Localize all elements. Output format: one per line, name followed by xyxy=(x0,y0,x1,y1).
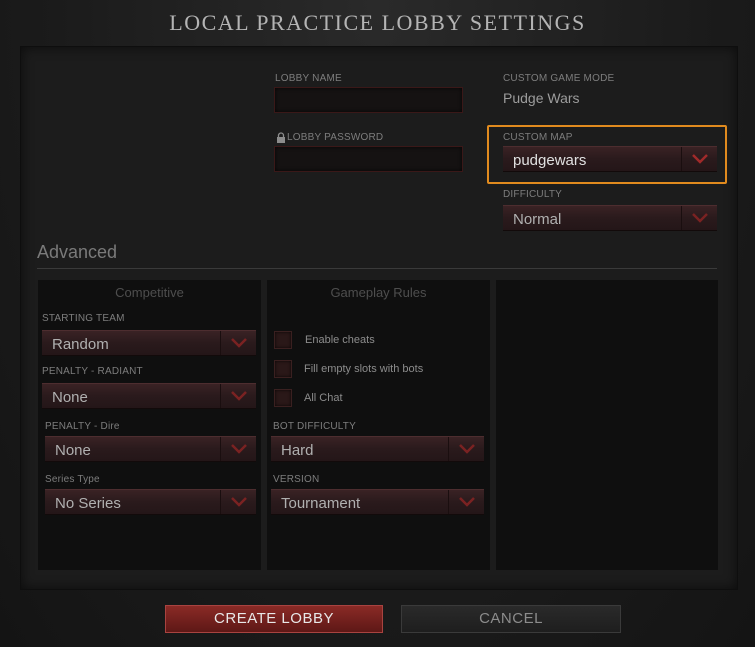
fill-bots-checkbox[interactable] xyxy=(274,360,292,378)
bot-difficulty-value: Hard xyxy=(281,442,314,459)
chevron-down-icon[interactable] xyxy=(448,490,484,514)
enable-cheats-checkbox[interactable] xyxy=(274,331,292,349)
penalty-radiant-label: PENALTY - RADIANT xyxy=(42,366,143,377)
chevron-down-icon[interactable] xyxy=(681,147,717,171)
chevron-down-icon[interactable] xyxy=(220,437,256,461)
chevron-down-icon[interactable] xyxy=(220,384,256,408)
version-value: Tournament xyxy=(281,495,361,512)
chevron-down-icon[interactable] xyxy=(681,206,717,230)
series-type-value: No Series xyxy=(55,495,121,512)
penalty-radiant-value: None xyxy=(52,389,88,406)
starting-team-value: Random xyxy=(52,336,109,353)
difficulty-label: DIFFICULTY xyxy=(503,189,563,200)
create-lobby-button[interactable]: CREATE LOBBY xyxy=(165,605,383,633)
starting-team-label: STARTING TEAM xyxy=(42,313,125,324)
lobby-name-label: LOBBY NAME xyxy=(275,73,342,84)
bot-difficulty-label: BOT DIFFICULTY xyxy=(273,421,356,432)
custom-game-mode-label: CUSTOM GAME MODE xyxy=(503,73,615,84)
version-dropdown[interactable]: Tournament xyxy=(271,489,484,515)
gameplay-rules-title: Gameplay Rules xyxy=(330,285,427,300)
chevron-down-icon[interactable] xyxy=(220,490,256,514)
series-type-dropdown[interactable]: No Series xyxy=(45,489,256,515)
lobby-password-label: LOBBY PASSWORD xyxy=(287,132,384,143)
advanced-heading: Advanced xyxy=(37,242,118,262)
starting-team-dropdown[interactable]: Random xyxy=(42,330,256,356)
advanced-divider xyxy=(37,268,717,269)
difficulty-dropdown[interactable]: Normal xyxy=(503,205,717,231)
custom-game-mode-value: Pudge Wars xyxy=(503,90,580,106)
difficulty-value: Normal xyxy=(513,211,562,228)
all-chat-checkbox[interactable] xyxy=(274,389,292,407)
fill-bots-label: Fill empty slots with bots xyxy=(304,363,424,375)
penalty-dire-value: None xyxy=(55,442,91,459)
series-type-label: Series Type xyxy=(45,474,100,485)
custom-map-label: CUSTOM MAP xyxy=(503,132,573,143)
penalty-dire-label: PENALTY - Dire xyxy=(45,421,120,432)
chevron-down-icon[interactable] xyxy=(220,331,256,355)
bot-difficulty-dropdown[interactable]: Hard xyxy=(271,436,484,462)
empty-column xyxy=(496,280,718,570)
lobby-settings-window: LOCAL PRACTICE LOBBY SETTINGS LOBBY NAME… xyxy=(0,0,755,647)
chevron-down-icon[interactable] xyxy=(448,437,484,461)
window-title: LOCAL PRACTICE LOBBY SETTINGS xyxy=(169,10,586,35)
cancel-button[interactable]: CANCEL xyxy=(401,605,621,633)
enable-cheats-label: Enable cheats xyxy=(305,334,375,346)
competitive-title: Competitive xyxy=(115,285,184,300)
custom-map-dropdown[interactable]: pudgewars xyxy=(503,146,717,172)
lobby-password-input[interactable] xyxy=(274,146,463,172)
lobby-name-input[interactable] xyxy=(274,87,463,113)
penalty-radiant-dropdown[interactable]: None xyxy=(42,383,256,409)
custom-map-value: pudgewars xyxy=(513,152,587,169)
version-label: VERSION xyxy=(273,474,320,485)
all-chat-label: All Chat xyxy=(304,392,343,404)
penalty-dire-dropdown[interactable]: None xyxy=(45,436,256,462)
